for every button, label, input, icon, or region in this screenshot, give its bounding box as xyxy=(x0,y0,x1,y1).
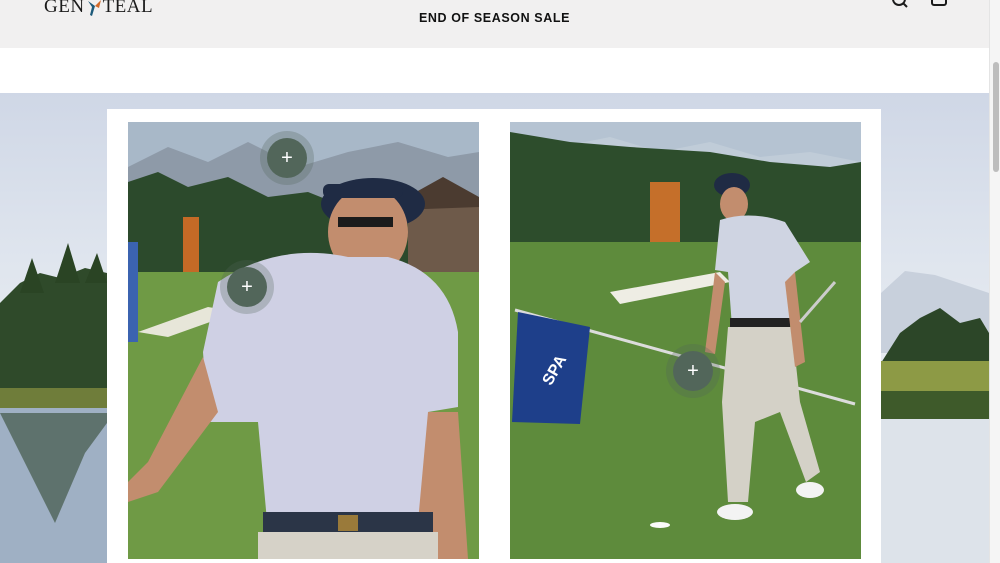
shopping-bag-icon[interactable] xyxy=(929,0,949,10)
lookbook-photo-1[interactable] xyxy=(128,122,479,559)
promo-banner[interactable]: END OF SEASON SALE xyxy=(0,11,989,25)
search-icon[interactable] xyxy=(890,0,910,10)
product-hotspot-polo[interactable]: + xyxy=(227,267,267,307)
site-header: GEN TEAL END OF SEASON SALE xyxy=(0,0,989,48)
golfer-portrait-image xyxy=(128,122,479,559)
product-hotspot-cap[interactable]: + xyxy=(267,138,307,178)
product-hotspot-pants[interactable]: + xyxy=(673,351,713,391)
page-scrollbar[interactable] xyxy=(989,0,1000,563)
scrollbar-thumb[interactable] xyxy=(993,62,999,172)
golfer-flag-image: SPA xyxy=(510,122,861,559)
lookbook-photo-2[interactable]: SPA xyxy=(510,122,861,559)
header-spacer xyxy=(0,48,989,93)
